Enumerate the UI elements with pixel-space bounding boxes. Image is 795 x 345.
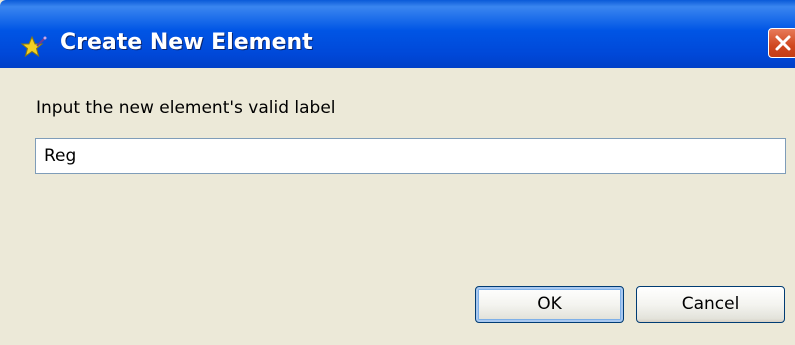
cancel-button[interactable]: Cancel [636,286,785,323]
prompt-label: Input the new element's valid label [36,98,336,118]
wizard-star-icon [20,34,48,62]
close-icon [775,35,791,51]
title-bar[interactable]: Create New Element [0,0,795,68]
dialog-title: Create New Element [60,30,313,55]
ok-button[interactable]: OK [475,286,624,323]
element-label-input[interactable] [35,138,786,174]
create-element-dialog: Create New Element Input the new element… [0,0,795,345]
close-button[interactable] [768,28,795,58]
